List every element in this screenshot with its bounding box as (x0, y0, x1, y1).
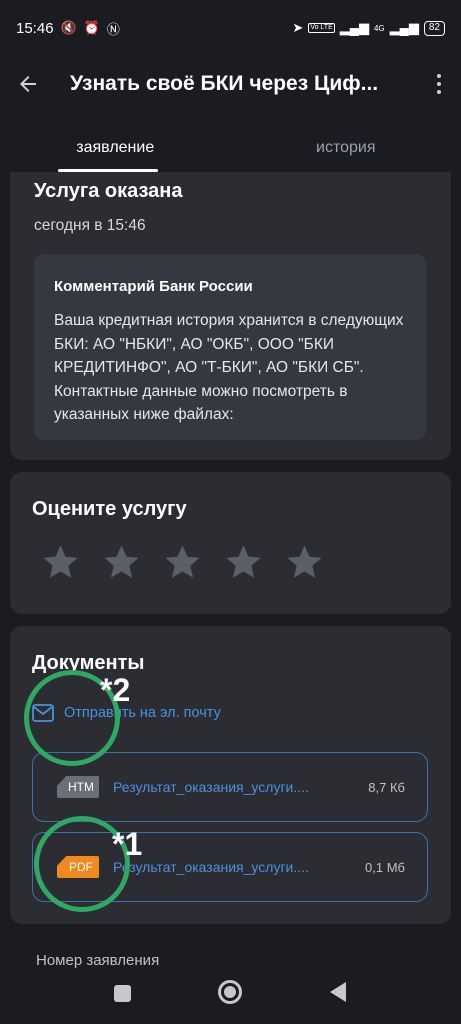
tab-bar: заявление история (0, 126, 461, 172)
file-size: 8,7 Кб (368, 779, 405, 795)
comment-box: Комментарий Банк России Ваша кредитная и… (34, 254, 426, 440)
file-type-badge: HTM (57, 776, 99, 798)
signal-icon-2: ▂▄▆ (389, 20, 419, 35)
status-time: 15:46 (16, 19, 54, 37)
comment-title: Комментарий Банк России (54, 278, 253, 295)
system-back-button[interactable] (330, 982, 346, 1002)
star-icon[interactable] (101, 542, 142, 583)
star-icon[interactable] (40, 542, 81, 583)
recent-apps-button[interactable] (114, 985, 131, 1002)
network-type: 4G (373, 23, 385, 33)
arrow-left-icon (20, 76, 36, 92)
service-status-card: Услуга оказана сегодня в 15:46 Комментар… (10, 172, 451, 460)
alarm-icon: ⏰ (83, 20, 100, 35)
comment-text: Ваша кредитная история хранится в следую… (54, 312, 404, 423)
signal-icon: ▂▄▆ (339, 20, 369, 35)
nfc-icon: Ⓝ (106, 21, 120, 37)
mute-icon: 🔇 (60, 20, 77, 35)
tab-application[interactable]: заявление (0, 126, 231, 172)
star-icon[interactable] (284, 542, 325, 583)
status-bar: 15:46 🔇 ⏰ Ⓝ ➤ Vo LTE ▂▄▆ 4G ▂▄▆ 82 (0, 0, 461, 56)
volte-icon: Vo LTE (308, 23, 335, 33)
annotation-mark-1: *1 (112, 826, 143, 862)
rating-card: Оцените услугу (10, 472, 451, 614)
star-icon[interactable] (162, 542, 203, 583)
application-number-label: Номер заявления (36, 952, 160, 969)
service-status-title: Услуга оказана (34, 180, 183, 202)
app-bar: Узнать своё БКИ через Циф... (0, 56, 461, 112)
rating-title: Оцените услугу (32, 498, 187, 520)
file-name: Результат_оказания_услуги.... (113, 779, 309, 795)
page-title: Узнать своё БКИ через Циф... (70, 72, 379, 95)
more-menu-button[interactable] (431, 70, 447, 98)
back-button[interactable] (0, 56, 56, 112)
star-rating[interactable] (40, 542, 325, 583)
annotation-mark-2: *2 (100, 672, 131, 708)
home-button[interactable] (218, 980, 242, 1004)
file-item-htm[interactable]: HTM Результат_оказания_услуги.... 8,7 Кб (32, 752, 428, 822)
file-size: 0,1 Мб (365, 859, 405, 875)
tab-history[interactable]: история (231, 126, 461, 172)
more-vert-icon (437, 74, 441, 78)
location-icon: ➤ (292, 20, 304, 35)
battery-icon: 82 (423, 20, 445, 36)
file-name: Результат_оказания_услуги.... (113, 859, 309, 875)
service-date: сегодня в 15:46 (34, 217, 146, 234)
system-nav-bar (0, 970, 461, 1024)
star-icon[interactable] (223, 542, 264, 583)
